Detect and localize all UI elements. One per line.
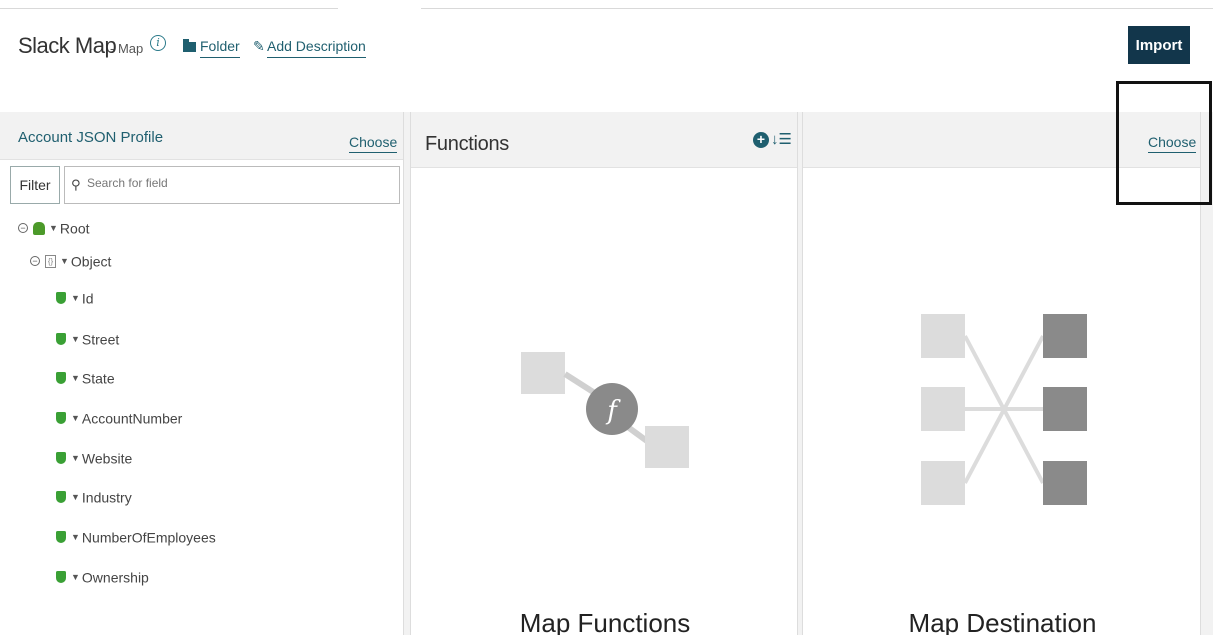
caret-down-icon: ▼ [71, 572, 80, 583]
page-title: Slack Map [18, 33, 117, 58]
source-profile-title[interactable]: Account JSON Profile [18, 129, 163, 146]
map-destination-illustration [921, 314, 1087, 505]
tree-field-state[interactable]: ▼ State [56, 369, 115, 391]
source-panel-header: Account JSON Profile Choose [0, 112, 403, 160]
field-icon [56, 491, 66, 504]
import-button[interactable]: Import [1128, 26, 1190, 64]
tree-node-label: Industry [81, 489, 132, 506]
tree-node-object[interactable]: −{} ▼ Object [30, 252, 111, 274]
tree-node-label: NumberOfEmployees [81, 529, 216, 546]
highlight-box [1116, 81, 1212, 205]
caret-down-icon: ▼ [71, 334, 80, 345]
tree-field-street[interactable]: ▼ Street [56, 330, 119, 352]
tree-node-root[interactable]: − ▼ Root [18, 219, 90, 241]
search-field-input[interactable] [87, 176, 387, 190]
functions-title: Functions [425, 133, 510, 155]
tree-node-label: Object [70, 253, 112, 270]
pencil-icon: ✎ [253, 38, 265, 54]
tree-node-label: Street [81, 331, 120, 348]
search-icon: ⚲ [71, 177, 81, 192]
illus-target-block [1043, 461, 1087, 505]
illus-source-block [921, 387, 965, 431]
collapse-icon[interactable]: − [30, 256, 40, 267]
caret-down-icon: ▼ [71, 373, 80, 384]
caret-down-icon: ▼ [71, 453, 80, 464]
tree-field-website[interactable]: ▼ Website [56, 449, 132, 471]
field-icon [56, 531, 66, 544]
tree-field-number-of-employees[interactable]: ▼ NumberOfEmployees [56, 528, 216, 550]
field-icon [56, 412, 66, 425]
map-destination-caption: Map Destination [908, 608, 1097, 635]
tree-node-label: Ownership [81, 569, 149, 586]
collapse-icon[interactable]: − [18, 223, 28, 234]
tree-field-account-number[interactable]: ▼ AccountNumber [56, 409, 182, 431]
info-icon[interactable]: i [150, 35, 166, 51]
illus-target-block [1043, 314, 1087, 358]
folder-icon [183, 39, 196, 52]
object-node-icon: {} [45, 254, 56, 268]
field-icon [56, 452, 66, 465]
folder-link[interactable]: Folder [200, 38, 240, 58]
page-subtitle: - Map [110, 41, 144, 56]
illus-source-block [521, 352, 565, 394]
caret-down-icon: ▼ [60, 256, 69, 267]
source-profile-panel: Account JSON Profile Choose Filter ⚲ −▼R… [0, 112, 404, 635]
source-choose-link[interactable]: Choose [349, 134, 398, 153]
field-icon [56, 372, 66, 385]
map-header: Slack Map - Map i Folder ✎ Add Descripti… [0, 0, 1213, 110]
caret-down-icon: ▼ [71, 413, 80, 424]
search-box[interactable]: ⚲ [64, 166, 400, 204]
add-circle-icon[interactable]: + [753, 132, 769, 148]
illus-target-block [1043, 387, 1087, 431]
tree-node-label: Website [81, 450, 133, 467]
add-description-link[interactable]: Add Description [267, 38, 366, 58]
tree-field-industry[interactable]: ▼ Industry [56, 488, 132, 510]
caret-down-icon: ▼ [71, 532, 80, 543]
tree-node-label: Root [59, 220, 90, 237]
tree-field-id[interactable]: ▼ Id [56, 289, 94, 311]
illus-source-block [921, 314, 965, 358]
caret-down-icon: ▼ [49, 223, 58, 234]
caret-down-icon: ▼ [71, 492, 80, 503]
illus-source-block [921, 461, 965, 505]
field-icon [56, 292, 66, 305]
tree-field-ownership[interactable]: ▼ Ownership [56, 568, 149, 590]
sort-icon[interactable]: ↓☰ [771, 130, 792, 148]
field-icon [56, 571, 66, 584]
illus-target-block [645, 426, 689, 468]
tree-node-label: State [81, 370, 115, 387]
map-functions-illustration: f [521, 352, 689, 468]
filter-button[interactable]: Filter [10, 166, 60, 204]
map-functions-caption: Map Functions [519, 608, 691, 635]
functions-panel-header: Functions + ↓☰ [411, 112, 797, 168]
caret-down-icon: ▼ [71, 293, 80, 304]
field-icon [56, 333, 66, 346]
root-node-icon [33, 221, 45, 235]
tree-node-label: Id [81, 290, 94, 307]
functions-panel: Functions + ↓☰ f Map Functions [410, 112, 798, 635]
tree-node-label: AccountNumber [81, 410, 183, 427]
